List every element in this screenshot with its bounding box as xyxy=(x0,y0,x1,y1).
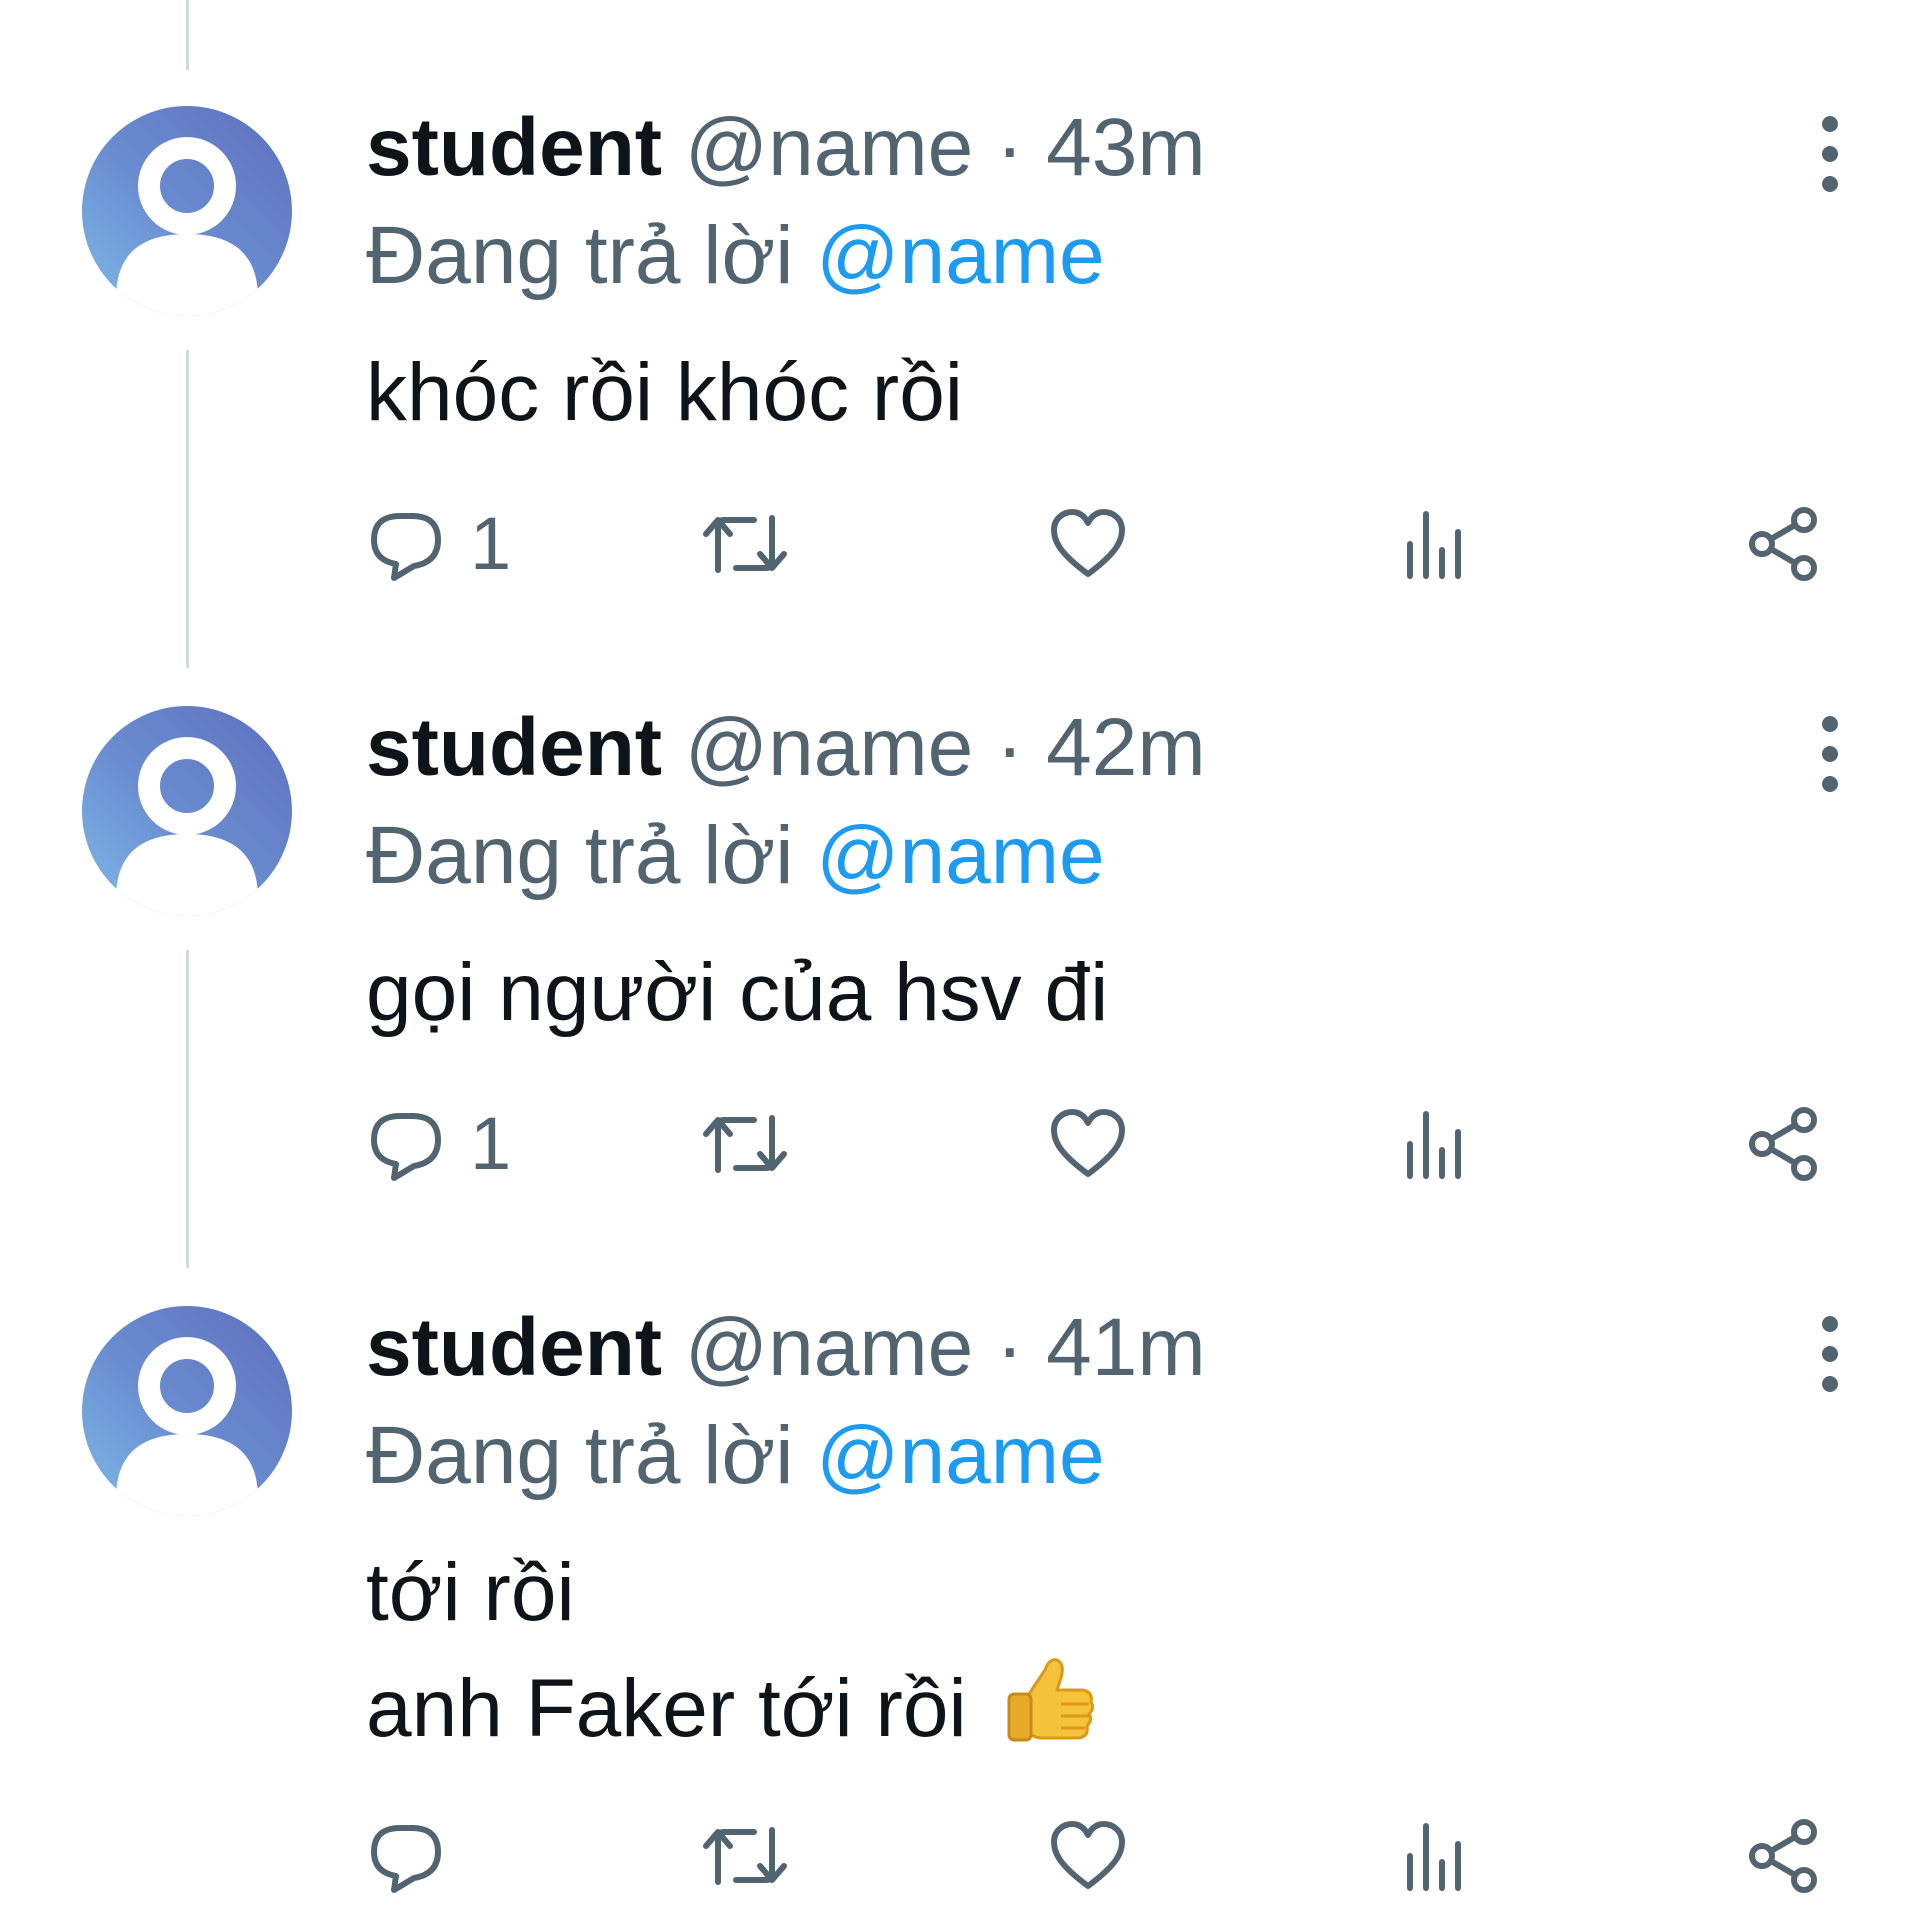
views-button[interactable] xyxy=(1396,1094,1476,1194)
replying-handle-link[interactable]: @name xyxy=(816,810,1104,901)
default-user-icon xyxy=(116,737,258,916)
separator-dot: · xyxy=(996,1302,1024,1393)
replying-prefix: Đang trả lời xyxy=(366,810,794,901)
replying-to: Đang trả lời @name xyxy=(366,206,1105,306)
retweet-button[interactable] xyxy=(700,494,790,594)
tweet-text-line: gọi người của hsv đi xyxy=(366,947,1109,1038)
reply-icon xyxy=(371,513,441,581)
tweet[interactable]: student @name · 42m Đang trả lời @name g… xyxy=(0,702,1920,1226)
retweet-button[interactable] xyxy=(700,1094,790,1194)
display-name[interactable]: student xyxy=(366,702,662,793)
more-icon xyxy=(1822,116,1838,192)
more-options-button[interactable] xyxy=(1800,106,1860,226)
reply-count: 1 xyxy=(470,502,512,585)
default-user-icon xyxy=(116,1337,258,1516)
reply-count: 1 xyxy=(470,1102,512,1185)
more-options-button[interactable] xyxy=(1800,706,1860,826)
action-bar: 1 xyxy=(366,494,1866,594)
tweet-text-line: tới rồi xyxy=(366,1547,575,1638)
action-bar xyxy=(366,1806,1866,1906)
replying-handle-link[interactable]: @name xyxy=(816,210,1104,301)
timestamp[interactable]: 41m xyxy=(1046,1302,1206,1393)
share-button[interactable] xyxy=(1744,1094,1824,1194)
share-button[interactable] xyxy=(1744,494,1824,594)
tweet-header: student @name · 41m xyxy=(366,1298,1206,1398)
display-name[interactable]: student xyxy=(366,1302,662,1393)
views-icon xyxy=(1407,1111,1461,1179)
replying-to: Đang trả lời @name xyxy=(366,1406,1105,1506)
replying-prefix: Đang trả lời xyxy=(366,210,794,301)
tweet-header: student @name · 42m xyxy=(366,698,1206,798)
replying-handle-link[interactable]: @name xyxy=(816,1410,1104,1501)
share-icon xyxy=(1749,507,1817,581)
reply-button[interactable] xyxy=(366,1806,446,1906)
replying-prefix: Đang trả lời xyxy=(366,1410,794,1501)
more-options-button[interactable] xyxy=(1800,1306,1860,1426)
like-icon xyxy=(1051,1109,1125,1177)
action-bar: 1 xyxy=(366,1094,1866,1194)
tweet-text-line: anh Faker tới rồi xyxy=(366,1663,967,1754)
separator-dot: · xyxy=(996,102,1024,193)
reply-button[interactable]: 1 xyxy=(366,494,511,594)
like-icon xyxy=(1051,1821,1125,1889)
views-icon xyxy=(1407,1823,1461,1891)
views-button[interactable] xyxy=(1396,1806,1476,1906)
tweet-header: student @name · 43m xyxy=(366,98,1206,198)
avatar[interactable] xyxy=(82,706,292,916)
avatar[interactable] xyxy=(82,1306,292,1516)
retweet-icon xyxy=(703,515,787,573)
share-button[interactable] xyxy=(1744,1806,1824,1906)
share-icon xyxy=(1749,1107,1817,1181)
user-handle[interactable]: @name xyxy=(685,1302,973,1393)
thumbs-up-emoji xyxy=(1007,1658,1095,1742)
timestamp[interactable]: 42m xyxy=(1046,702,1206,793)
separator-dot: · xyxy=(996,702,1024,793)
default-user-icon xyxy=(116,137,258,316)
tweet[interactable]: student @name · 41m Đang trả lời @name t… xyxy=(0,1302,1920,1906)
reply-icon xyxy=(371,1113,441,1181)
tweet-text-line-with-emoji: anh Faker tới rồi xyxy=(366,1648,1099,1764)
tweet-text-line: khóc rồi khóc rồi xyxy=(366,347,964,438)
tweet-text: gọi người của hsv đi xyxy=(366,938,1108,1048)
display-name[interactable]: student xyxy=(366,102,662,193)
user-handle[interactable]: @name xyxy=(685,702,973,793)
retweet-icon xyxy=(703,1115,787,1173)
reply-icon xyxy=(371,1825,441,1893)
views-icon xyxy=(1407,511,1461,579)
share-icon xyxy=(1749,1819,1817,1893)
tweet[interactable]: student @name · 43m Đang trả lời @name k… xyxy=(0,102,1920,626)
retweet-icon xyxy=(703,1827,787,1885)
retweet-button[interactable] xyxy=(700,1806,790,1906)
like-button[interactable] xyxy=(1048,494,1128,594)
more-icon xyxy=(1822,1316,1838,1392)
replying-to: Đang trả lời @name xyxy=(366,806,1105,906)
tweet-text: tới rồi anh Faker tới rồi xyxy=(366,1538,1099,1764)
views-button[interactable] xyxy=(1396,494,1476,594)
more-icon xyxy=(1822,716,1838,792)
like-button[interactable] xyxy=(1048,1806,1128,1906)
like-button[interactable] xyxy=(1048,1094,1128,1194)
reply-button[interactable]: 1 xyxy=(366,1094,511,1194)
tweet-text: khóc rồi khóc rồi xyxy=(366,338,963,448)
user-handle[interactable]: @name xyxy=(685,102,973,193)
like-icon xyxy=(1051,509,1125,577)
timestamp[interactable]: 43m xyxy=(1046,102,1206,193)
thread-line-top xyxy=(186,0,189,70)
avatar[interactable] xyxy=(82,106,292,316)
